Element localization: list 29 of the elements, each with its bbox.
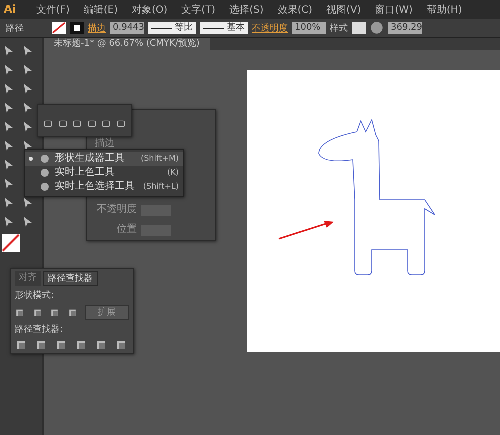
selection-label: 路径	[6, 22, 24, 34]
document-tab[interactable]: 未标题-1* @ 66.67% (CMYK/预览)	[44, 38, 210, 50]
menu-item[interactable]: 选择(S)	[230, 2, 264, 16]
menu-item[interactable]: 窗口(W)	[375, 2, 413, 16]
menu-item[interactable]: 编辑(E)	[84, 2, 118, 16]
stroke-weight-field[interactable]: 0.9443	[110, 22, 144, 34]
menu-item[interactable]: 文字(T)	[182, 2, 216, 16]
flyout-item[interactable]: 实时上色选择工具 (Shift+L)	[25, 180, 183, 194]
app-logo[interactable]: Ai	[4, 3, 16, 16]
stroke-label: 描边	[95, 138, 116, 150]
flyout-item[interactable]: 实时上色工具 (K)	[25, 166, 183, 180]
menu-item[interactable]: 对象(O)	[132, 2, 168, 16]
stroke-link[interactable]: 描边	[88, 22, 106, 34]
shape-modes-label: 形状模式:	[15, 290, 56, 302]
flyout-item[interactable]: 形状生成器工具 (Shift+M)	[25, 152, 183, 166]
brush-dropdown[interactable]: 基本	[200, 22, 248, 34]
menu-item[interactable]: 帮助(H)	[426, 2, 462, 16]
location-label: 位置	[117, 224, 137, 236]
menu-item[interactable]: 效果(C)	[278, 2, 313, 16]
opacity-link[interactable]: 不透明度	[252, 22, 288, 34]
menu-item[interactable]: 视图(V)	[326, 2, 362, 16]
opacity-field[interactable]: 100%	[292, 22, 326, 34]
menu-item[interactable]: 文件(F)	[36, 2, 70, 16]
pathfinders-label: 路径查找器:	[15, 324, 64, 336]
panel-tab[interactable]: 路径查找器	[43, 271, 98, 286]
profile-dropdown[interactable]: 等比	[148, 22, 196, 34]
style-label: 样式	[330, 22, 348, 34]
width-field[interactable]: 369.29	[388, 22, 422, 34]
opacity-label: 不透明度	[97, 204, 137, 216]
